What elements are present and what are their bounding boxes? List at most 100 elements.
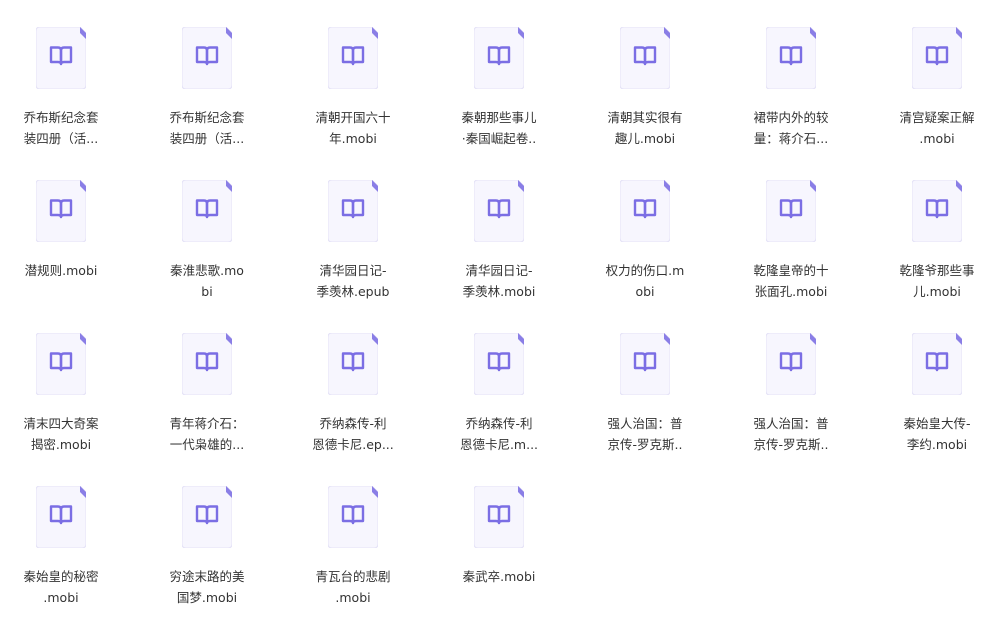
file-item[interactable]: 乔布斯纪念套 装四册（活...: [157, 27, 277, 167]
file-name-label: 清末四大奇案 揭密.mobi: [11, 413, 111, 455]
file-name-label: 秦武卒.mobi: [449, 566, 549, 587]
ebook-file-icon: [766, 27, 816, 89]
file-item[interactable]: 清朝开国六十 年.mobi: [303, 27, 423, 167]
file-name-line-2: 张面孔.mobi: [754, 284, 828, 299]
file-item[interactable]: 乔纳森传-利 恩德卡尼.ep...: [303, 333, 423, 473]
file-item[interactable]: 乔布斯纪念套 装四册（活...: [11, 27, 131, 167]
file-name-label: 乔布斯纪念套 装四册（活...: [11, 107, 111, 149]
file-name-line-2: 京传-罗克斯..: [753, 437, 829, 452]
file-name-line-2: 趣儿.mobi: [614, 131, 676, 146]
file-name-label: 乔纳森传-利 恩德卡尼.m...: [449, 413, 549, 455]
file-item[interactable]: 清华园日记- 季羡林.epub: [303, 180, 423, 320]
file-item[interactable]: 清末四大奇案 揭密.mobi: [11, 333, 131, 473]
ebook-file-icon: [620, 27, 670, 89]
ebook-file-icon: [36, 180, 86, 242]
file-name-line-1: 清朝开国六十: [315, 110, 391, 125]
file-name-label: 秦始皇大传- 李约.mobi: [887, 413, 987, 455]
file-name-line-1: 乾隆爷那些事: [899, 263, 975, 278]
file-item[interactable]: 秦武卒.mobi: [449, 486, 569, 626]
ebook-file-icon: [912, 180, 962, 242]
ebook-file-icon: [474, 333, 524, 395]
ebook-file-icon: [328, 27, 378, 89]
file-name-line-2: 恩德卡尼.ep...: [312, 437, 394, 452]
ebook-file-icon: [182, 486, 232, 548]
file-name-line-2: 装四册（活...: [169, 131, 245, 146]
ebook-file-icon: [328, 180, 378, 242]
file-name-label: 乔布斯纪念套 装四册（活...: [157, 107, 257, 149]
file-name-line-2: 季羡林.mobi: [462, 284, 536, 299]
file-item[interactable]: 强人治国：普 京传-罗克斯..: [595, 333, 715, 473]
ebook-file-icon: [182, 180, 232, 242]
file-name-label: 清朝开国六十 年.mobi: [303, 107, 403, 149]
file-name-label: 潜规则.mobi: [11, 260, 111, 281]
file-item[interactable]: 乔纳森传-利 恩德卡尼.m...: [449, 333, 569, 473]
file-item[interactable]: 清朝其实很有 趣儿.mobi: [595, 27, 715, 167]
ebook-file-icon: [766, 180, 816, 242]
file-item[interactable]: 潜规则.mobi: [11, 180, 131, 320]
file-name-label: 穷途末路的美 国梦.mobi: [157, 566, 257, 608]
file-name-line-2: 儿.mobi: [913, 284, 961, 299]
file-name-line-1: 潜规则.mobi: [24, 263, 98, 278]
file-name-line-1: 强人治国：普: [753, 416, 829, 431]
ebook-file-icon: [182, 27, 232, 89]
file-name-line-1: 青瓦台的悲剧: [315, 569, 391, 584]
file-name-label: 清朝其实很有 趣儿.mobi: [595, 107, 695, 149]
file-name-line-1: 秦武卒.mobi: [462, 569, 536, 584]
ebook-file-icon: [912, 27, 962, 89]
file-name-label: 秦淮悲歌.mo bi: [157, 260, 257, 302]
file-name-line-2: bi: [201, 284, 213, 299]
ebook-file-icon: [182, 333, 232, 395]
file-name-line-1: 秦始皇大传-: [903, 416, 971, 431]
file-name-line-2: 恩德卡尼.m...: [459, 437, 539, 452]
file-name-line-1: 秦淮悲歌.mo: [170, 263, 244, 278]
file-item[interactable]: 乾隆爷那些事 儿.mobi: [887, 180, 997, 320]
file-grid: 乔布斯纪念套 装四册（活... 乔布斯纪念套 装四册（活... 清朝开国六十 年.mobi…: [0, 0, 997, 641]
file-name-label: 秦朝那些事儿 ·秦国崛起卷..: [449, 107, 549, 149]
file-item[interactable]: 清宫疑案正解 .mobi: [887, 27, 997, 167]
file-name-label: 乔纳森传-利 恩德卡尼.ep...: [303, 413, 403, 455]
file-name-label: 青瓦台的悲剧 .mobi: [303, 566, 403, 608]
file-name-line-2: 国梦.mobi: [176, 590, 238, 605]
file-name-line-2: .mobi: [43, 590, 79, 605]
file-item[interactable]: 权力的伤口.m obi: [595, 180, 715, 320]
file-name-line-2: 京传-罗克斯..: [607, 437, 683, 452]
file-name-line-1: 乔纳森传-利: [465, 416, 533, 431]
file-name-label: 清华园日记- 季羡林.mobi: [449, 260, 549, 302]
file-item[interactable]: 穷途末路的美 国梦.mobi: [157, 486, 277, 626]
file-name-label: 清宫疑案正解 .mobi: [887, 107, 987, 149]
file-item[interactable]: 秦始皇大传- 李约.mobi: [887, 333, 997, 473]
file-name-line-1: 裙带内外的较: [753, 110, 829, 125]
file-name-line-1: 权力的伤口.m: [605, 263, 685, 278]
file-item[interactable]: 清华园日记- 季羡林.mobi: [449, 180, 569, 320]
file-item[interactable]: 秦始皇的秘密 .mobi: [11, 486, 131, 626]
file-name-line-2: 一代枭雄的...: [169, 437, 245, 452]
ebook-file-icon: [328, 333, 378, 395]
file-item[interactable]: 青瓦台的悲剧 .mobi: [303, 486, 423, 626]
file-name-line-2: 年.mobi: [329, 131, 377, 146]
file-name-label: 乾隆皇帝的十 张面孔.mobi: [741, 260, 841, 302]
file-name-label: 裙带内外的较 量：蒋介石...: [741, 107, 841, 149]
file-name-line-2: 李约.mobi: [906, 437, 968, 452]
ebook-file-icon: [766, 333, 816, 395]
file-name-line-1: 强人治国：普: [607, 416, 683, 431]
file-name-line-2: .mobi: [919, 131, 955, 146]
file-name-line-1: 青年蒋介石：: [169, 416, 245, 431]
file-item[interactable]: 裙带内外的较 量：蒋介石...: [741, 27, 861, 167]
file-item[interactable]: 秦淮悲歌.mo bi: [157, 180, 277, 320]
ebook-file-icon: [474, 486, 524, 548]
file-item[interactable]: 乾隆皇帝的十 张面孔.mobi: [741, 180, 861, 320]
file-name-line-1: 穷途末路的美: [169, 569, 245, 584]
file-name-line-1: 清华园日记-: [465, 263, 533, 278]
file-name-label: 乾隆爷那些事 儿.mobi: [887, 260, 987, 302]
file-name-line-2: obi: [635, 284, 655, 299]
file-name-label: 清华园日记- 季羡林.epub: [303, 260, 403, 302]
file-name-label: 秦始皇的秘密 .mobi: [11, 566, 111, 608]
file-item[interactable]: 青年蒋介石： 一代枭雄的...: [157, 333, 277, 473]
file-item[interactable]: 秦朝那些事儿 ·秦国崛起卷..: [449, 27, 569, 167]
ebook-file-icon: [474, 27, 524, 89]
file-name-line-1: 乔布斯纪念套: [169, 110, 245, 125]
file-item[interactable]: 强人治国：普 京传-罗克斯..: [741, 333, 861, 473]
ebook-file-icon: [36, 27, 86, 89]
file-name-line-1: 清末四大奇案: [23, 416, 99, 431]
ebook-file-icon: [620, 180, 670, 242]
